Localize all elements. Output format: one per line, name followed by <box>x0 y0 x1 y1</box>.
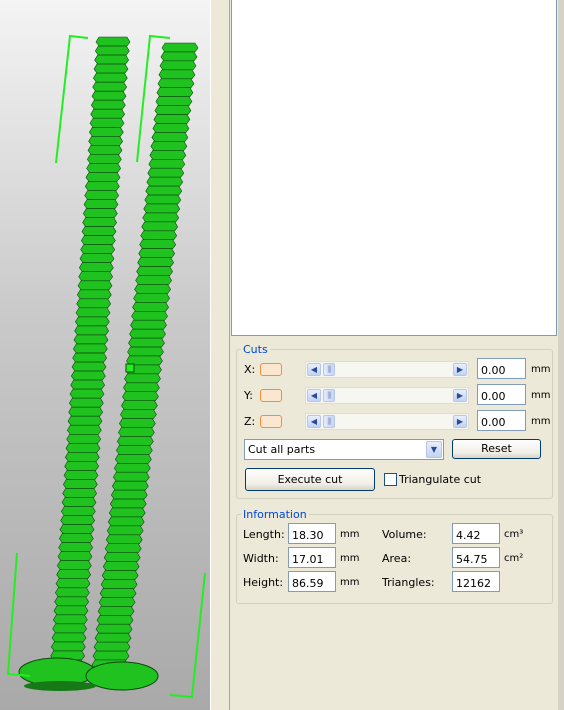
cut-x-slider[interactable]: ◀ ||| ▶ <box>305 361 469 378</box>
cut-x-toggle[interactable] <box>260 363 282 376</box>
cut-z-input[interactable] <box>477 410 526 431</box>
bounding-bracket-top-left <box>55 34 89 164</box>
panel-splitter[interactable] <box>210 0 230 710</box>
cut-mode-select[interactable]: Cut all parts ▼ <box>244 439 444 460</box>
cut-handle <box>125 363 135 373</box>
cut-y-slider[interactable]: ◀ ||| ▶ <box>305 387 469 404</box>
arrow-left-icon[interactable]: ◀ <box>307 363 321 376</box>
height-value[interactable] <box>288 571 336 592</box>
arrow-left-icon[interactable]: ◀ <box>307 415 321 428</box>
width-value[interactable] <box>288 547 336 568</box>
height-label: Height: <box>243 576 284 589</box>
cuts-legend: Cuts <box>243 343 268 356</box>
cut-y-label: Y: <box>244 389 253 402</box>
width-unit: mm <box>340 553 360 564</box>
width-label: Width: <box>243 552 279 565</box>
arrow-right-icon[interactable]: ▶ <box>453 363 467 376</box>
model-viewport[interactable] <box>0 0 210 710</box>
cut-x-unit: mm <box>531 364 551 375</box>
cut-z-unit: mm <box>531 416 551 427</box>
cut-z-slider[interactable]: ◀ ||| ▶ <box>305 413 469 430</box>
cut-y-toggle[interactable] <box>260 389 282 402</box>
bounding-bracket-bottom-right <box>169 572 206 699</box>
slider-thumb[interactable]: ||| <box>323 415 335 428</box>
length-unit: mm <box>340 529 360 540</box>
triangles-label: Triangles: <box>382 576 435 589</box>
cut-x-input[interactable] <box>477 358 526 379</box>
volume-value[interactable] <box>452 523 500 544</box>
cut-mode-value: Cut all parts <box>248 443 316 456</box>
panel-edge <box>558 0 564 710</box>
area-value[interactable] <box>452 547 500 568</box>
screw-head-right <box>85 661 159 691</box>
parts-list[interactable] <box>231 0 557 336</box>
length-value[interactable] <box>288 523 336 544</box>
cut-y-unit: mm <box>531 390 551 401</box>
cut-z-label: Z: <box>244 415 256 428</box>
slider-thumb[interactable]: ||| <box>323 389 335 402</box>
triangles-value[interactable] <box>452 571 500 592</box>
cut-z-toggle[interactable] <box>260 415 282 428</box>
volume-label: Volume: <box>382 528 427 541</box>
length-label: Length: <box>243 528 285 541</box>
triangulate-checkbox[interactable] <box>384 473 397 486</box>
bounding-bracket-bottom-left <box>6 552 31 677</box>
arrow-right-icon[interactable]: ▶ <box>453 415 467 428</box>
information-legend: Information <box>243 508 307 521</box>
slider-thumb[interactable]: ||| <box>323 363 335 376</box>
cut-x-label: X: <box>244 363 256 376</box>
area-unit: cm² <box>504 553 524 564</box>
chevron-down-icon[interactable]: ▼ <box>426 441 442 458</box>
cut-panel: Cuts X: ◀ ||| ▶ mm Y: ◀ ||| ▶ mm Z: ◀ ||… <box>230 0 564 710</box>
model-scene <box>6 34 206 699</box>
screw-head-shadow <box>24 681 96 691</box>
arrow-left-icon[interactable]: ◀ <box>307 389 321 402</box>
height-unit: mm <box>340 577 360 588</box>
volume-unit: cm³ <box>504 529 524 540</box>
cut-y-input[interactable] <box>477 384 526 405</box>
execute-cut-button[interactable]: Execute cut <box>245 468 375 491</box>
area-label: Area: <box>382 552 412 565</box>
arrow-right-icon[interactable]: ▶ <box>453 389 467 402</box>
reset-button[interactable]: Reset <box>452 439 541 459</box>
triangulate-label: Triangulate cut <box>399 473 482 486</box>
